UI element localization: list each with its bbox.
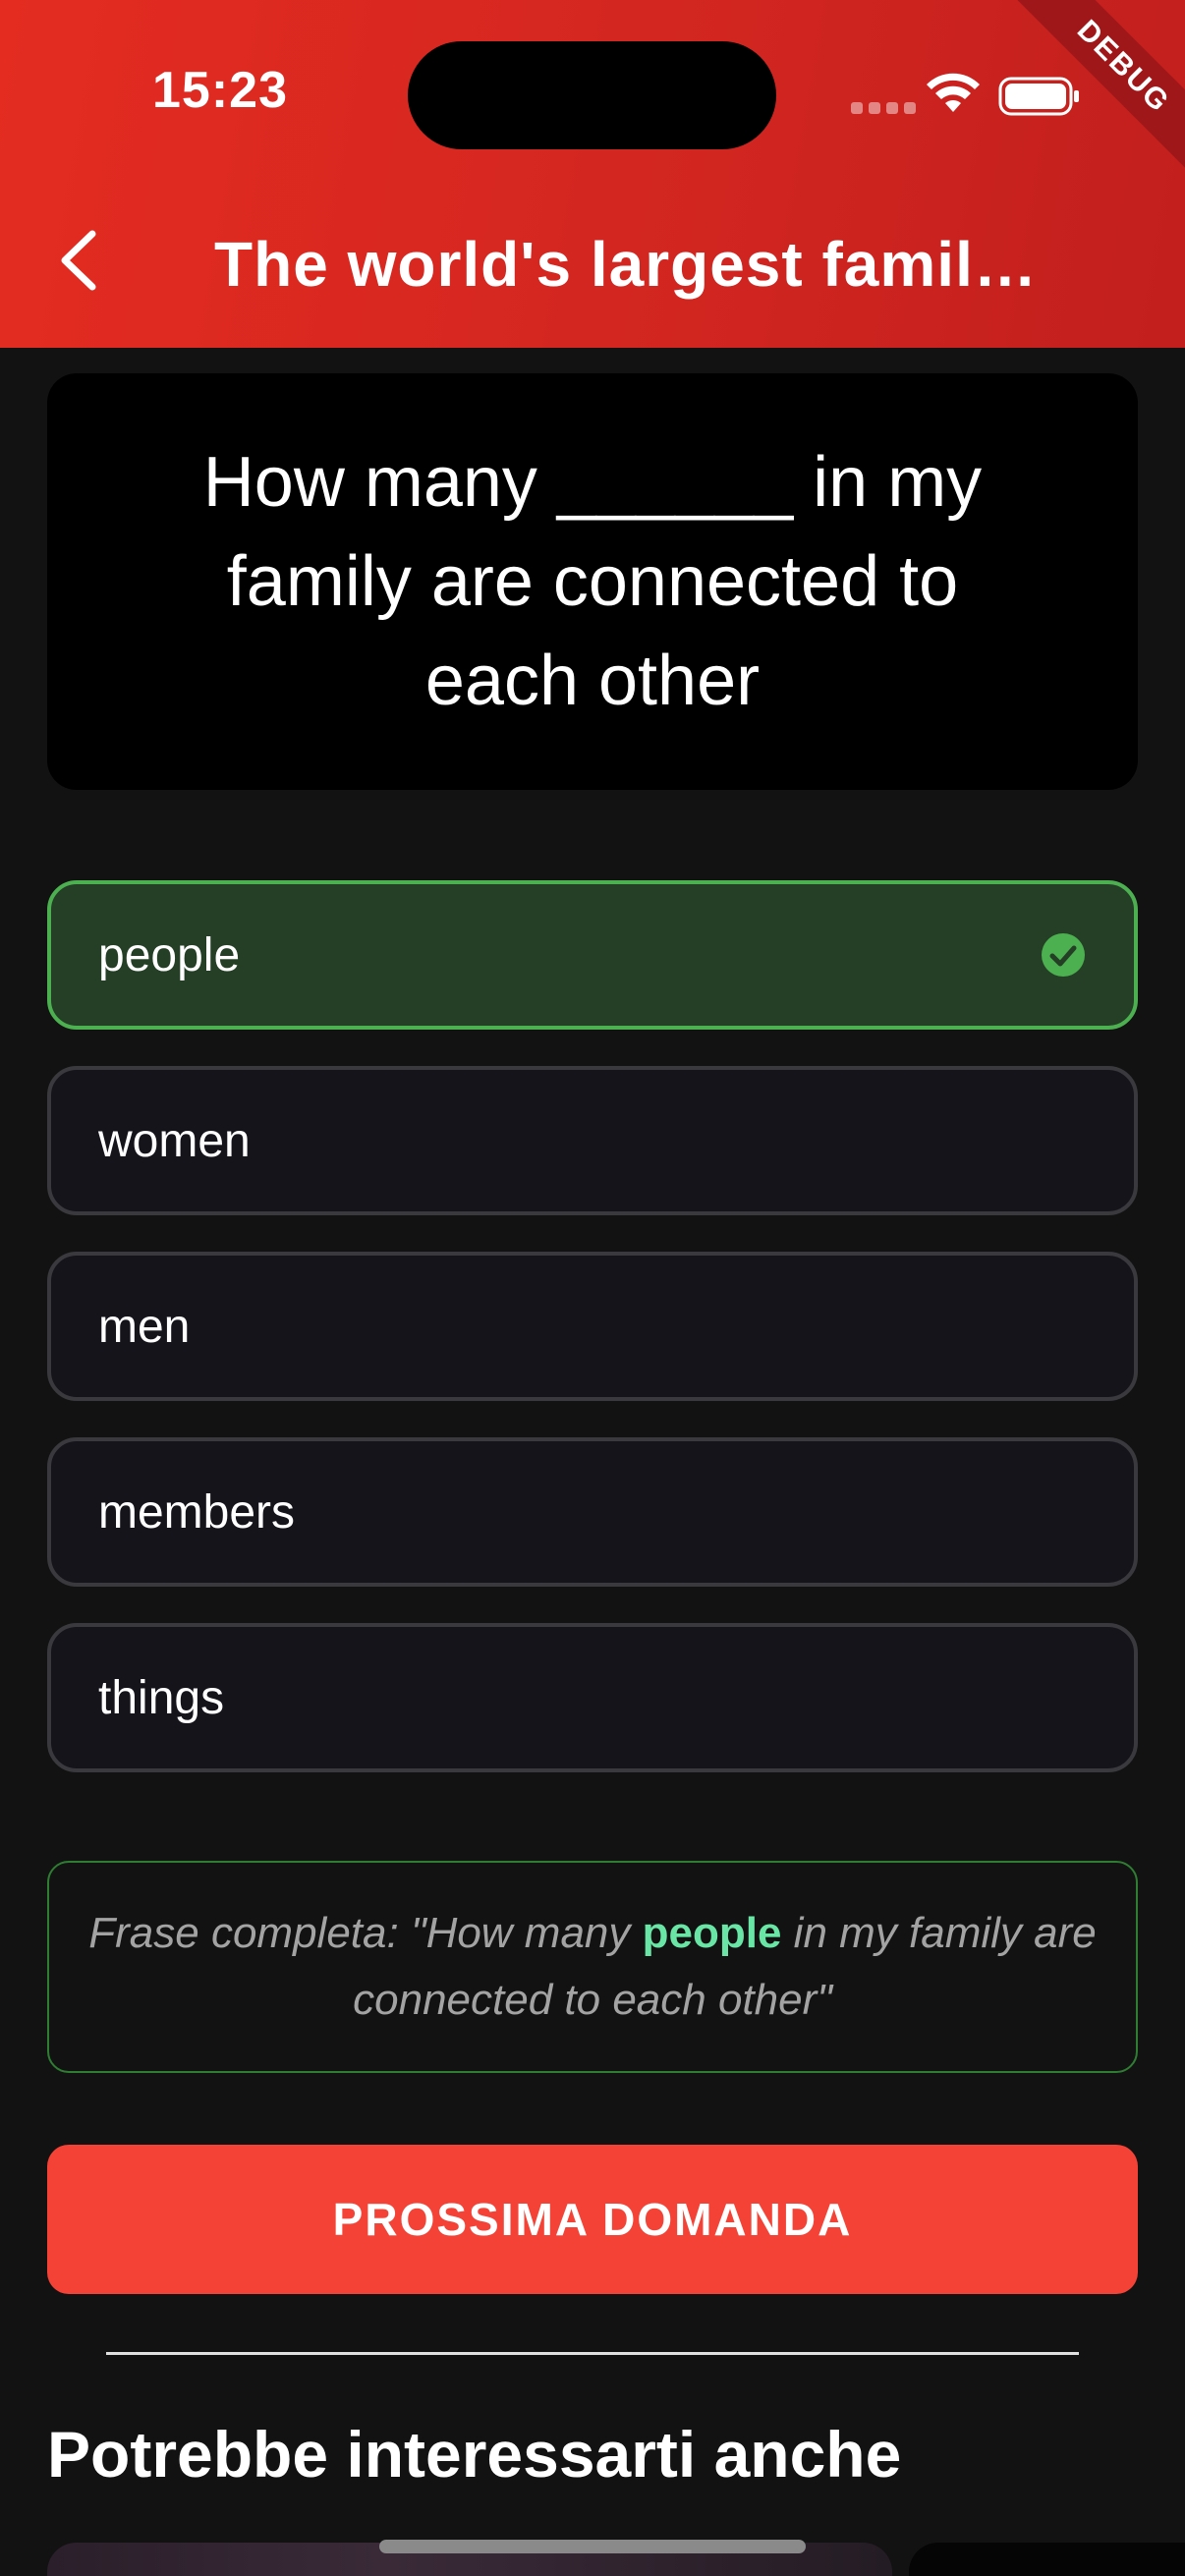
complete-sentence-box: Frase completa: "How many people in my f…	[47, 1861, 1138, 2073]
option-members[interactable]: members	[47, 1437, 1138, 1587]
dynamic-island	[408, 41, 776, 149]
page-title: The world's largest famil…	[214, 229, 1038, 300]
option-things[interactable]: things	[47, 1623, 1138, 1772]
home-indicator	[379, 2540, 806, 2553]
app-header: 15:23 DEBUG The world's largest famil…	[0, 0, 1185, 348]
next-question-label: PROSSIMA DOMANDA	[332, 2194, 853, 2245]
question-card: How many ______ in my family are connect…	[47, 373, 1138, 790]
sentence-highlight: people	[642, 1909, 782, 1957]
complete-sentence-text: Frase completa: "How many people in my f…	[88, 1900, 1097, 2034]
option-label: people	[98, 928, 241, 981]
question-text: How many ______ in my family are connect…	[202, 442, 983, 720]
status-time: 15:23	[152, 62, 288, 119]
sentence-prefix: Frase completa: "How many	[88, 1909, 643, 1957]
next-question-button[interactable]: PROSSIMA DOMANDA	[47, 2145, 1138, 2294]
option-people[interactable]: people	[47, 880, 1138, 1030]
cellular-signal-icon	[851, 102, 916, 114]
check-circle-icon	[1042, 933, 1085, 977]
related-section-title: Potrebbe interessarti anche	[47, 2418, 902, 2491]
option-men[interactable]: men	[47, 1252, 1138, 1401]
chevron-left-icon[interactable]	[51, 226, 110, 295]
option-label: members	[98, 1485, 296, 1539]
section-divider	[106, 2352, 1079, 2355]
battery-icon	[998, 77, 1079, 116]
option-label: things	[98, 1671, 225, 1724]
wifi-icon	[927, 73, 980, 112]
option-label: men	[98, 1300, 191, 1353]
option-women[interactable]: women	[47, 1066, 1138, 1215]
option-label: women	[98, 1114, 251, 1167]
related-card[interactable]	[909, 2543, 1185, 2576]
